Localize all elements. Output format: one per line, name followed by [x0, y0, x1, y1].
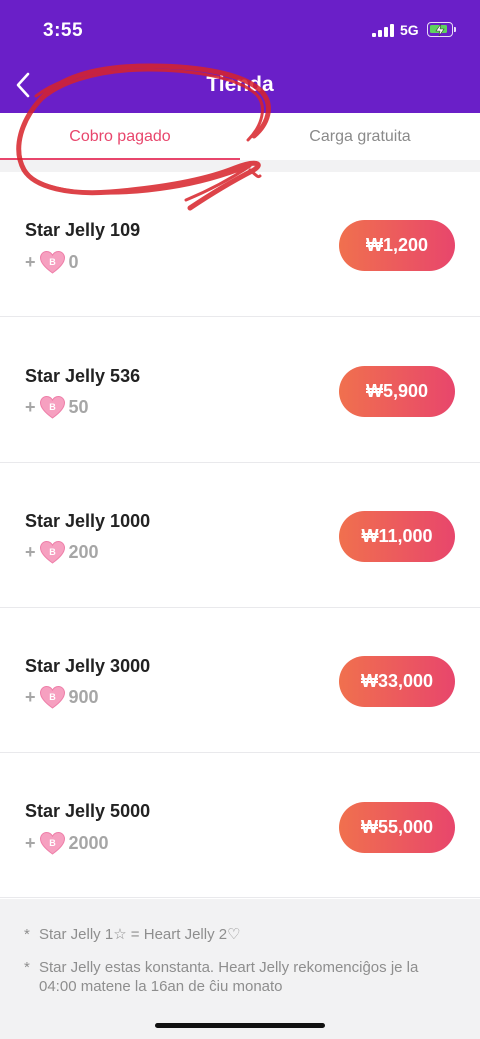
- product-row: Star Jelly 5000 + B 2000 ₩55,000: [0, 753, 480, 898]
- product-bonus: + B 0: [25, 249, 79, 275]
- price-button[interactable]: ₩55,000: [339, 802, 455, 853]
- product-bonus: + B 900: [25, 684, 99, 710]
- product-name: Star Jelly 536: [25, 366, 141, 386]
- status-bar: 3:55 5G: [0, 0, 480, 60]
- bonus-plus: +: [25, 832, 36, 853]
- charging-bolt-icon: [435, 23, 445, 37]
- bonus-plus: +: [25, 396, 36, 417]
- bonus-plus: +: [25, 541, 36, 562]
- heart-jelly-icon: B: [39, 250, 65, 274]
- bonus-value: 2000: [68, 832, 109, 853]
- product-row: Star Jelly 109 + B 0 ₩1,200: [0, 172, 480, 317]
- section-divider: [0, 160, 480, 172]
- tab-bar: Cobro pagado Carga gratuita: [0, 113, 480, 161]
- tab-paid-charge[interactable]: Cobro pagado: [0, 113, 240, 161]
- heart-jelly-icon: B: [39, 831, 65, 855]
- home-indicator: [155, 1023, 325, 1028]
- battery-cap: [454, 27, 456, 32]
- product-name: Star Jelly 109: [25, 220, 141, 240]
- notes-section: * Star Jelly 1☆ = Heart Jelly 2♡ * Star …: [0, 899, 480, 1039]
- page-title: Tienda: [206, 73, 274, 96]
- note-item: * Star Jelly estas konstanta. Heart Jell…: [24, 958, 454, 996]
- svg-text:B: B: [49, 838, 56, 848]
- bonus-value: 200: [68, 541, 99, 562]
- note-item: * Star Jelly 1☆ = Heart Jelly 2♡: [24, 925, 454, 944]
- header: 3:55 5G Tienda: [0, 0, 480, 113]
- status-time: 3:55: [43, 20, 84, 41]
- signal-icon: [372, 24, 394, 37]
- note-bullet: *: [24, 959, 30, 976]
- product-bonus: + B 2000: [25, 830, 109, 856]
- product-name: Star Jelly 3000: [25, 656, 151, 676]
- bonus-value: 900: [68, 686, 99, 707]
- product-row: Star Jelly 536 + B 50 ₩5,900: [0, 318, 480, 463]
- tab-free-charge[interactable]: Carga gratuita: [240, 113, 480, 161]
- price-button[interactable]: ₩5,900: [339, 366, 455, 417]
- product-name: Star Jelly 5000: [25, 801, 151, 821]
- note-text: Star Jelly estas konstanta. Heart Jelly …: [39, 959, 419, 995]
- svg-text:B: B: [49, 547, 56, 557]
- svg-text:B: B: [49, 402, 56, 412]
- note-text: Star Jelly 1☆ = Heart Jelly 2♡: [39, 926, 241, 943]
- bonus-value: 0: [68, 251, 79, 272]
- heart-jelly-icon: B: [39, 540, 65, 564]
- product-bonus: + B 200: [25, 539, 99, 565]
- price-button[interactable]: ₩33,000: [339, 656, 455, 707]
- product-row: Star Jelly 3000 + B 900 ₩33,000: [0, 608, 480, 753]
- heart-jelly-icon: B: [39, 395, 65, 419]
- bonus-plus: +: [25, 251, 36, 272]
- svg-text:B: B: [49, 257, 56, 267]
- price-button[interactable]: ₩1,200: [339, 220, 455, 271]
- bonus-plus: +: [25, 686, 36, 707]
- product-name: Star Jelly 1000: [25, 511, 151, 531]
- product-bonus: + B 50: [25, 394, 89, 420]
- product-row: Star Jelly 1000 + B 200 ₩11,000: [0, 463, 480, 608]
- note-bullet: *: [24, 926, 30, 943]
- price-button[interactable]: ₩11,000: [339, 511, 455, 562]
- network-type: 5G: [400, 22, 419, 38]
- bonus-value: 50: [68, 396, 89, 417]
- heart-jelly-icon: B: [39, 685, 65, 709]
- svg-text:B: B: [49, 692, 56, 702]
